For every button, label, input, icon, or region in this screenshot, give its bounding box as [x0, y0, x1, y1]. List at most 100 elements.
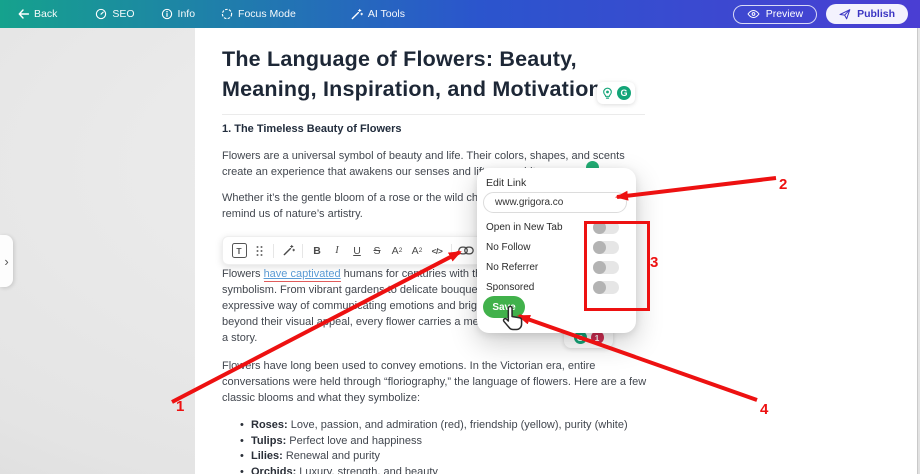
focus-mode-label: Focus Mode	[238, 8, 296, 20]
block-type-button[interactable]: T	[229, 237, 249, 264]
magic-wand-icon	[350, 8, 363, 21]
open-in-new-tab-toggle[interactable]	[593, 221, 619, 234]
drag-handle[interactable]	[249, 237, 269, 264]
superscript-mark: 2	[399, 247, 403, 254]
bullet-icon: •	[240, 434, 251, 450]
inline-code-button[interactable]: </>	[427, 237, 447, 264]
list-item: •Roses: Love, passion, and admiration (r…	[240, 418, 660, 434]
title-divider	[222, 114, 645, 115]
subscript-mark: 2	[419, 247, 423, 254]
toggle-knob	[593, 281, 606, 294]
info-button[interactable]: Info	[161, 8, 196, 20]
option-row: Open in New Tab	[486, 221, 627, 234]
navbar-actions: Preview Publish	[733, 4, 908, 24]
ai-tools-label: AI Tools	[368, 8, 405, 20]
text-block-icon: T	[232, 243, 247, 258]
option-label: No Referrer	[486, 262, 538, 273]
list-item-desc: Love, passion, and admiration (red), fri…	[288, 418, 628, 434]
edit-link-popup: Edit Link Open in New Tab No Follow No R…	[477, 168, 636, 333]
paragraph-3-pre: Flowers	[222, 268, 264, 280]
link-chain-icon	[458, 245, 474, 256]
seo-label: SEO	[112, 8, 134, 20]
superscript-button[interactable]: A2	[387, 237, 407, 264]
seo-gauge-icon	[95, 8, 107, 20]
grammarly-widget[interactable]: G	[597, 82, 635, 104]
lightbulb-icon	[601, 87, 614, 100]
editor-page: Back SEO Info Focus Mode AI Tools Previe…	[0, 0, 920, 474]
symbolism-list: •Roses: Love, passion, and admiration (r…	[240, 418, 660, 474]
link-url-input[interactable]	[483, 192, 627, 213]
chevron-right-icon: ›	[4, 254, 8, 269]
option-row: Sponsored	[486, 281, 627, 294]
toolbar-divider	[273, 244, 274, 258]
list-item-term: Lilies:	[251, 449, 283, 465]
publish-label: Publish	[857, 8, 895, 20]
back-arrow-icon	[18, 9, 29, 19]
link-options: Open in New Tab No Follow No Referrer Sp…	[486, 221, 627, 294]
back-label: Back	[34, 8, 57, 20]
option-row: No Follow	[486, 241, 627, 254]
list-item-term: Roses:	[251, 418, 288, 434]
edit-link-title: Edit Link	[486, 177, 526, 189]
post-title[interactable]: The Language of Flowers: Beauty, Meaning…	[222, 44, 662, 104]
list-item-term: Orchids:	[251, 465, 296, 474]
italic-button[interactable]: I	[327, 237, 347, 264]
seo-button[interactable]: SEO	[95, 8, 134, 20]
list-item-desc: Perfect love and happiness	[286, 434, 422, 450]
publish-button[interactable]: Publish	[826, 4, 908, 24]
list-item: •Lilies: Renewal and purity	[240, 449, 660, 465]
ai-tools-button[interactable]: AI Tools	[350, 8, 405, 21]
underline-button[interactable]: U	[347, 237, 367, 264]
sponsored-toggle[interactable]	[593, 281, 619, 294]
option-row: No Referrer	[486, 261, 627, 274]
toolbar-divider	[451, 244, 452, 258]
focus-mode-button[interactable]: Focus Mode	[221, 8, 296, 20]
back-button[interactable]: Back	[18, 8, 57, 20]
info-icon	[161, 8, 173, 20]
paragraph-4-line3: classic blooms and what they symbolize:	[222, 390, 658, 406]
paper-plane-icon	[839, 8, 851, 20]
grammarly-g-icon: G	[617, 86, 631, 100]
ai-rewrite-button[interactable]	[278, 237, 298, 264]
save-button[interactable]: Save	[483, 296, 525, 318]
focus-mode-icon	[221, 8, 233, 20]
toggle-knob	[593, 261, 606, 274]
bold-button[interactable]: B	[307, 237, 327, 264]
no-follow-toggle[interactable]	[593, 241, 619, 254]
eye-icon	[747, 9, 760, 19]
no-referrer-toggle[interactable]	[593, 261, 619, 274]
list-item: •Tulips: Perfect love and happiness	[240, 434, 660, 450]
post-title-line2: Meaning, Inspiration, and Motivation	[222, 74, 662, 104]
post-title-line1: The Language of Flowers: Beauty,	[222, 44, 662, 74]
bullet-icon: •	[240, 418, 251, 434]
list-item: •Orchids: Luxury, strength, and beauty	[240, 465, 660, 474]
list-item-term: Tulips:	[251, 434, 286, 450]
option-label: Open in New Tab	[486, 222, 563, 233]
preview-button[interactable]: Preview	[733, 5, 817, 24]
magic-wand-icon	[282, 244, 295, 257]
bullet-icon: •	[240, 449, 251, 465]
paragraph-4-line2: conversations were held through “floriog…	[222, 374, 658, 390]
option-label: No Follow	[486, 242, 530, 253]
bullet-icon: •	[240, 465, 251, 474]
strikethrough-button[interactable]: S	[367, 237, 387, 264]
subscript-button[interactable]: A2	[407, 237, 427, 264]
paragraph-4-line1: Flowers have long been used to convey em…	[222, 358, 658, 374]
drag-dots-icon	[255, 245, 264, 257]
option-label: Sponsored	[486, 282, 534, 293]
text-format-toolbar: T B I U S A2 A2 </>	[222, 236, 483, 265]
list-item-desc: Luxury, strength, and beauty	[296, 465, 438, 474]
paragraph-4: Flowers have long been used to convey em…	[222, 358, 658, 406]
top-navbar: Back SEO Info Focus Mode AI Tools Previe…	[0, 0, 920, 28]
link-button[interactable]	[456, 237, 476, 264]
sidebar-expand-handle[interactable]: ›	[0, 235, 13, 287]
list-item-desc: Renewal and purity	[283, 449, 380, 465]
toggle-knob	[593, 221, 606, 234]
toggle-knob	[593, 241, 606, 254]
annotation-number-1: 1	[176, 398, 184, 415]
toolbar-divider	[302, 244, 303, 258]
edited-hyperlink[interactable]: have captivated	[264, 268, 341, 280]
info-label: Info	[178, 8, 196, 20]
section-heading: 1. The Timeless Beauty of Flowers	[222, 123, 402, 135]
superscript-base: A	[392, 245, 399, 257]
